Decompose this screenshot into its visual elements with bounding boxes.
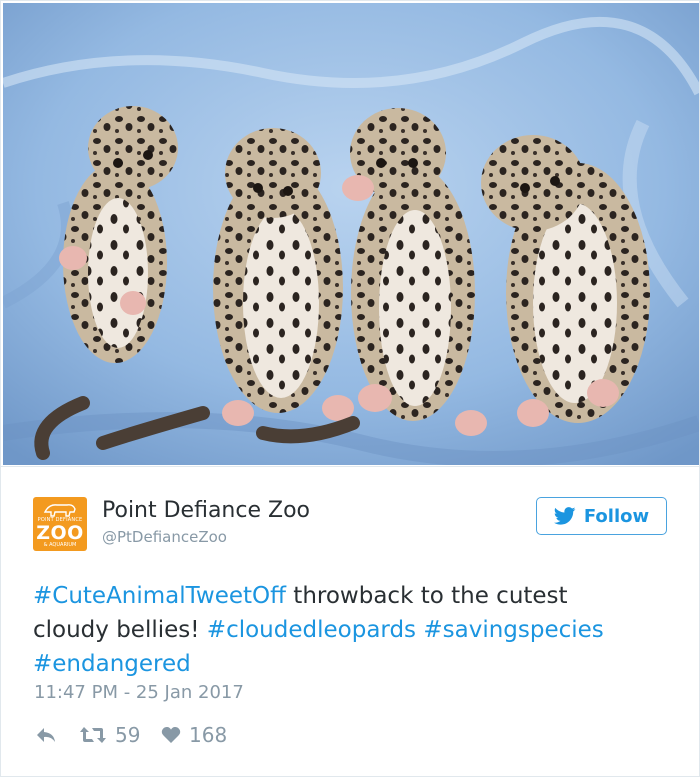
avatar[interactable]: POINT DEFIANCE ZOO & AQUARIUM xyxy=(33,497,87,551)
heart-icon xyxy=(161,726,181,743)
hashtag-link[interactable]: #endangered xyxy=(33,651,191,677)
tweet-line-2: cloudy bellies! #cloudedleopards #saving… xyxy=(33,613,673,647)
reply-button[interactable] xyxy=(35,721,57,749)
logo-main-text: ZOO xyxy=(36,522,84,544)
hashtag-link[interactable]: #savingspecies xyxy=(423,617,603,643)
follow-button[interactable]: Follow xyxy=(536,497,667,535)
tweet-card: POINT DEFIANCE ZOO & AQUARIUM Point Defi… xyxy=(0,0,700,777)
polar-bear-icon xyxy=(43,504,76,517)
tweet-line-3: #endangered xyxy=(33,647,673,681)
hashtag-link[interactable]: #CuteAnimalTweetOff xyxy=(33,583,286,609)
retweet-count: 59 xyxy=(115,723,141,747)
tweet-text-segment: cloudy bellies! xyxy=(33,617,207,643)
hashtag-link[interactable]: #cloudedleopards xyxy=(207,617,416,643)
photo-divider xyxy=(1,466,699,467)
twitter-bird-icon xyxy=(553,507,576,525)
logo-bottom-text: & AQUARIUM xyxy=(43,542,77,548)
retweet-icon xyxy=(80,727,106,743)
tweet-text: #CuteAnimalTweetOff throwback to the cut… xyxy=(33,579,673,681)
account-handle[interactable]: @PtDefianceZoo xyxy=(102,528,227,546)
retweet-button[interactable]: 59 xyxy=(79,721,140,749)
tweet-photo[interactable] xyxy=(3,3,699,465)
like-button[interactable]: 168 xyxy=(161,721,227,749)
tweet-timestamp[interactable]: 11:47 PM - 25 Jan 2017 xyxy=(34,682,244,703)
follow-label: Follow xyxy=(583,505,650,527)
clouded-leopard-cubs-image xyxy=(3,3,699,465)
reply-arrow-icon xyxy=(37,728,55,742)
tweet-text-segment: throwback to the cutest xyxy=(286,583,568,609)
account-name[interactable]: Point Defiance Zoo xyxy=(102,498,310,523)
tweet-line-1: #CuteAnimalTweetOff throwback to the cut… xyxy=(33,579,673,613)
like-count: 168 xyxy=(189,723,228,747)
